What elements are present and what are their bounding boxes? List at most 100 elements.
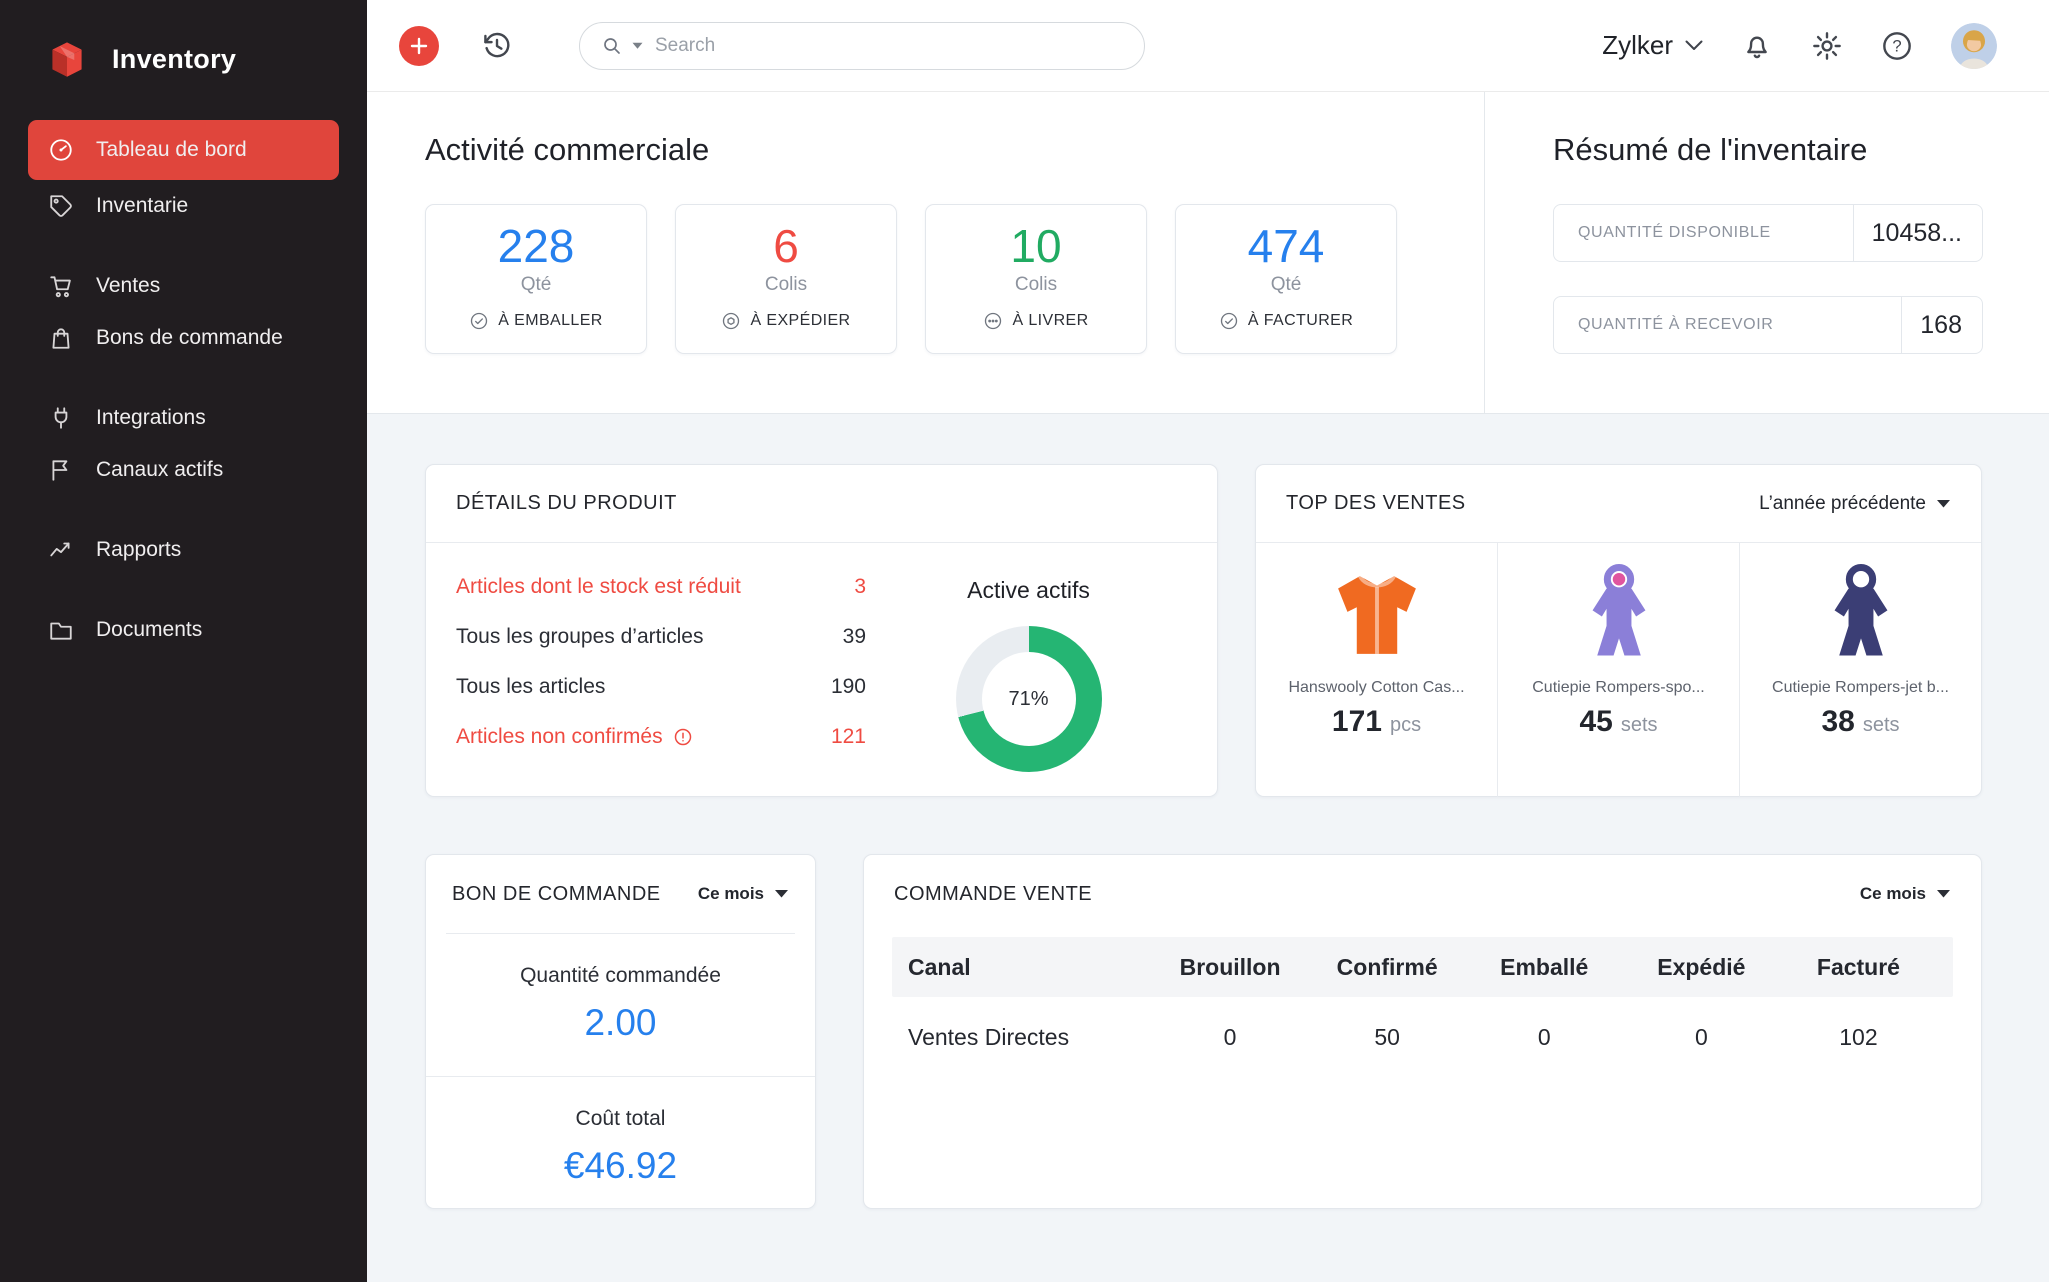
stat-cards: 228 Qté À EMBALLER 6 Colis bbox=[425, 204, 1484, 354]
info-icon[interactable] bbox=[673, 727, 693, 747]
ellipsis-circle-icon bbox=[983, 311, 1003, 331]
stat-label: À EXPÉDIER bbox=[750, 312, 850, 330]
row-groupes-articles[interactable]: Tous les groupes d’articles 39 bbox=[456, 625, 866, 649]
bag-icon bbox=[48, 325, 74, 351]
top-sales-title: TOP DES VENTES bbox=[1286, 492, 1466, 515]
table-header-row: Canal Brouillon Confirmé Emballé Expédié… bbox=[892, 937, 1953, 997]
app-title: Inventory bbox=[112, 44, 236, 75]
sidebar-item-label: Ventes bbox=[96, 274, 160, 298]
table-row[interactable]: Ventes Directes 0 50 0 0 102 bbox=[892, 997, 1953, 1077]
sidebar-item-label: Bons de commande bbox=[96, 326, 283, 350]
top-sales-filter[interactable]: L’année précédente bbox=[1759, 493, 1951, 515]
total-cost-value: €46.92 bbox=[426, 1145, 815, 1187]
total-cost-label: Coût total bbox=[426, 1107, 815, 1131]
column-header: Emballé bbox=[1466, 954, 1623, 981]
active-items-donut: 71% bbox=[956, 626, 1102, 772]
sales-order-title: COMMANDE VENTE bbox=[894, 883, 1092, 906]
sidebar-item-bons-de-commande[interactable]: Bons de commande bbox=[28, 312, 339, 364]
product-details-rows: Articles dont le stock est réduit 3 Tous… bbox=[456, 575, 866, 775]
org-switcher[interactable]: Zylker bbox=[1602, 30, 1703, 61]
stat-value: 474 bbox=[1248, 221, 1325, 272]
product-qty: 38 bbox=[1821, 705, 1854, 739]
stat-card-a-expedier[interactable]: 6 Colis À EXPÉDIER bbox=[675, 204, 897, 354]
stat-label: À EMBALLER bbox=[498, 312, 602, 330]
dashboard-icon bbox=[48, 137, 74, 163]
bell-icon bbox=[1741, 30, 1773, 62]
stat-card-a-livrer[interactable]: 10 Colis À LIVRER bbox=[925, 204, 1147, 354]
help-button[interactable]: ? bbox=[1881, 30, 1913, 62]
top-sales-card: TOP DES VENTES L’année précédente bbox=[1255, 464, 1982, 797]
cart-icon bbox=[48, 273, 74, 299]
search-input[interactable] bbox=[653, 34, 1122, 58]
sidebar-item-label: Canaux actifs bbox=[96, 458, 223, 482]
history-button[interactable] bbox=[481, 30, 513, 62]
add-button[interactable] bbox=[399, 26, 439, 66]
cell-expedie: 0 bbox=[1623, 1024, 1780, 1051]
sidebar-item-ventes[interactable]: Ventes bbox=[28, 260, 339, 312]
stat-label: À FACTURER bbox=[1248, 312, 1353, 330]
active-items-section: Active actifs 71% bbox=[866, 575, 1191, 775]
cell-confirme: 50 bbox=[1309, 1024, 1466, 1051]
column-header: Canal bbox=[908, 954, 1152, 981]
app-logo-icon bbox=[42, 34, 92, 84]
sales-order-filter[interactable]: Ce mois bbox=[1860, 884, 1951, 904]
search-icon bbox=[602, 36, 622, 56]
sidebar-item-canaux-actifs[interactable]: Canaux actifs bbox=[28, 444, 339, 496]
sales-order-card: COMMANDE VENTE Ce mois Canal Brouillon C… bbox=[863, 854, 1982, 1209]
summary-label: QUANTITÉ DISPONIBLE bbox=[1578, 224, 1771, 242]
main-area: Zylker ? bbox=[367, 0, 2049, 1282]
purchase-order-filter[interactable]: Ce mois bbox=[698, 884, 789, 904]
product-qty: 45 bbox=[1579, 705, 1612, 739]
row-tous-articles[interactable]: Tous les articles 190 bbox=[456, 675, 866, 699]
top-region: Activité commerciale 228 Qté À EMBALLER … bbox=[367, 92, 2049, 414]
user-avatar[interactable] bbox=[1951, 23, 1997, 69]
sidebar: Inventory Tableau de bord Inventarie Ven… bbox=[0, 0, 367, 1282]
search-bar[interactable] bbox=[579, 22, 1145, 70]
column-header: Expédié bbox=[1623, 954, 1780, 981]
column-header: Facturé bbox=[1780, 954, 1937, 981]
sidebar-item-integrations[interactable]: Integrations bbox=[28, 392, 339, 444]
sidebar-item-label: Rapports bbox=[96, 538, 181, 562]
settings-button[interactable] bbox=[1811, 30, 1843, 62]
product-qty: 171 bbox=[1332, 705, 1382, 739]
row-value: 39 bbox=[843, 625, 866, 649]
history-icon bbox=[481, 30, 513, 62]
product-image-cardigan bbox=[1321, 559, 1433, 671]
activity-section-title: Activité commerciale bbox=[425, 132, 1484, 168]
notifications-button[interactable] bbox=[1741, 30, 1773, 62]
sidebar-item-documents[interactable]: Documents bbox=[28, 604, 339, 656]
sidebar-item-inventarie[interactable]: Inventarie bbox=[28, 180, 339, 232]
sidebar-item-label: Documents bbox=[96, 618, 202, 642]
top-sales-item-2[interactable]: Cutiepie Rompers-spo... 45 sets bbox=[1498, 543, 1740, 797]
summary-value: 168 bbox=[1901, 296, 1982, 354]
top-sales-item-1[interactable]: Hanswooly Cotton Cas... 171 pcs bbox=[1256, 543, 1498, 797]
search-scope-caret-icon[interactable] bbox=[632, 42, 643, 50]
summary-value: 10458... bbox=[1853, 204, 1982, 262]
sidebar-item-label: Tableau de bord bbox=[96, 138, 247, 162]
product-unit: sets bbox=[1621, 714, 1658, 737]
stat-value: 228 bbox=[498, 221, 575, 272]
product-unit: pcs bbox=[1390, 714, 1421, 737]
app-root: Inventory Tableau de bord Inventarie Ven… bbox=[0, 0, 2049, 1282]
column-header: Confirmé bbox=[1309, 954, 1466, 981]
sidebar-item-label: Integrations bbox=[96, 406, 206, 430]
topbar: Zylker ? bbox=[367, 0, 2049, 92]
ordered-quantity-value: 2.00 bbox=[426, 1002, 815, 1044]
active-items-title: Active actifs bbox=[967, 577, 1090, 604]
top-sales-item-3[interactable]: Cutiepie Rompers-jet b... 38 sets bbox=[1740, 543, 1981, 797]
row-articles-non-confirmes[interactable]: Articles non confirmés 121 bbox=[456, 725, 866, 749]
stat-card-a-emballer[interactable]: 228 Qté À EMBALLER bbox=[425, 204, 647, 354]
summary-card-quantite-a-recevoir[interactable]: QUANTITÉ À RECEVOIR 168 bbox=[1553, 296, 1983, 354]
stat-card-a-facturer[interactable]: 474 Qté À FACTURER bbox=[1175, 204, 1397, 354]
row-stock-reduit[interactable]: Articles dont le stock est réduit 3 bbox=[456, 575, 866, 599]
sidebar-item-tableau-de-bord[interactable]: Tableau de bord bbox=[28, 120, 339, 180]
content: Activité commerciale 228 Qté À EMBALLER … bbox=[367, 92, 2049, 1282]
cell-brouillon: 0 bbox=[1152, 1024, 1309, 1051]
summary-card-quantite-disponible[interactable]: QUANTITÉ DISPONIBLE 10458... bbox=[1553, 204, 1983, 262]
sidebar-item-rapports[interactable]: Rapports bbox=[28, 524, 339, 576]
reports-chart-icon bbox=[48, 537, 74, 563]
row-value: 3 bbox=[854, 575, 866, 599]
inventory-summary-title: Résumé de l'inventaire bbox=[1553, 132, 1983, 168]
stat-unit: Colis bbox=[765, 274, 807, 296]
caret-down-icon bbox=[1936, 499, 1951, 509]
